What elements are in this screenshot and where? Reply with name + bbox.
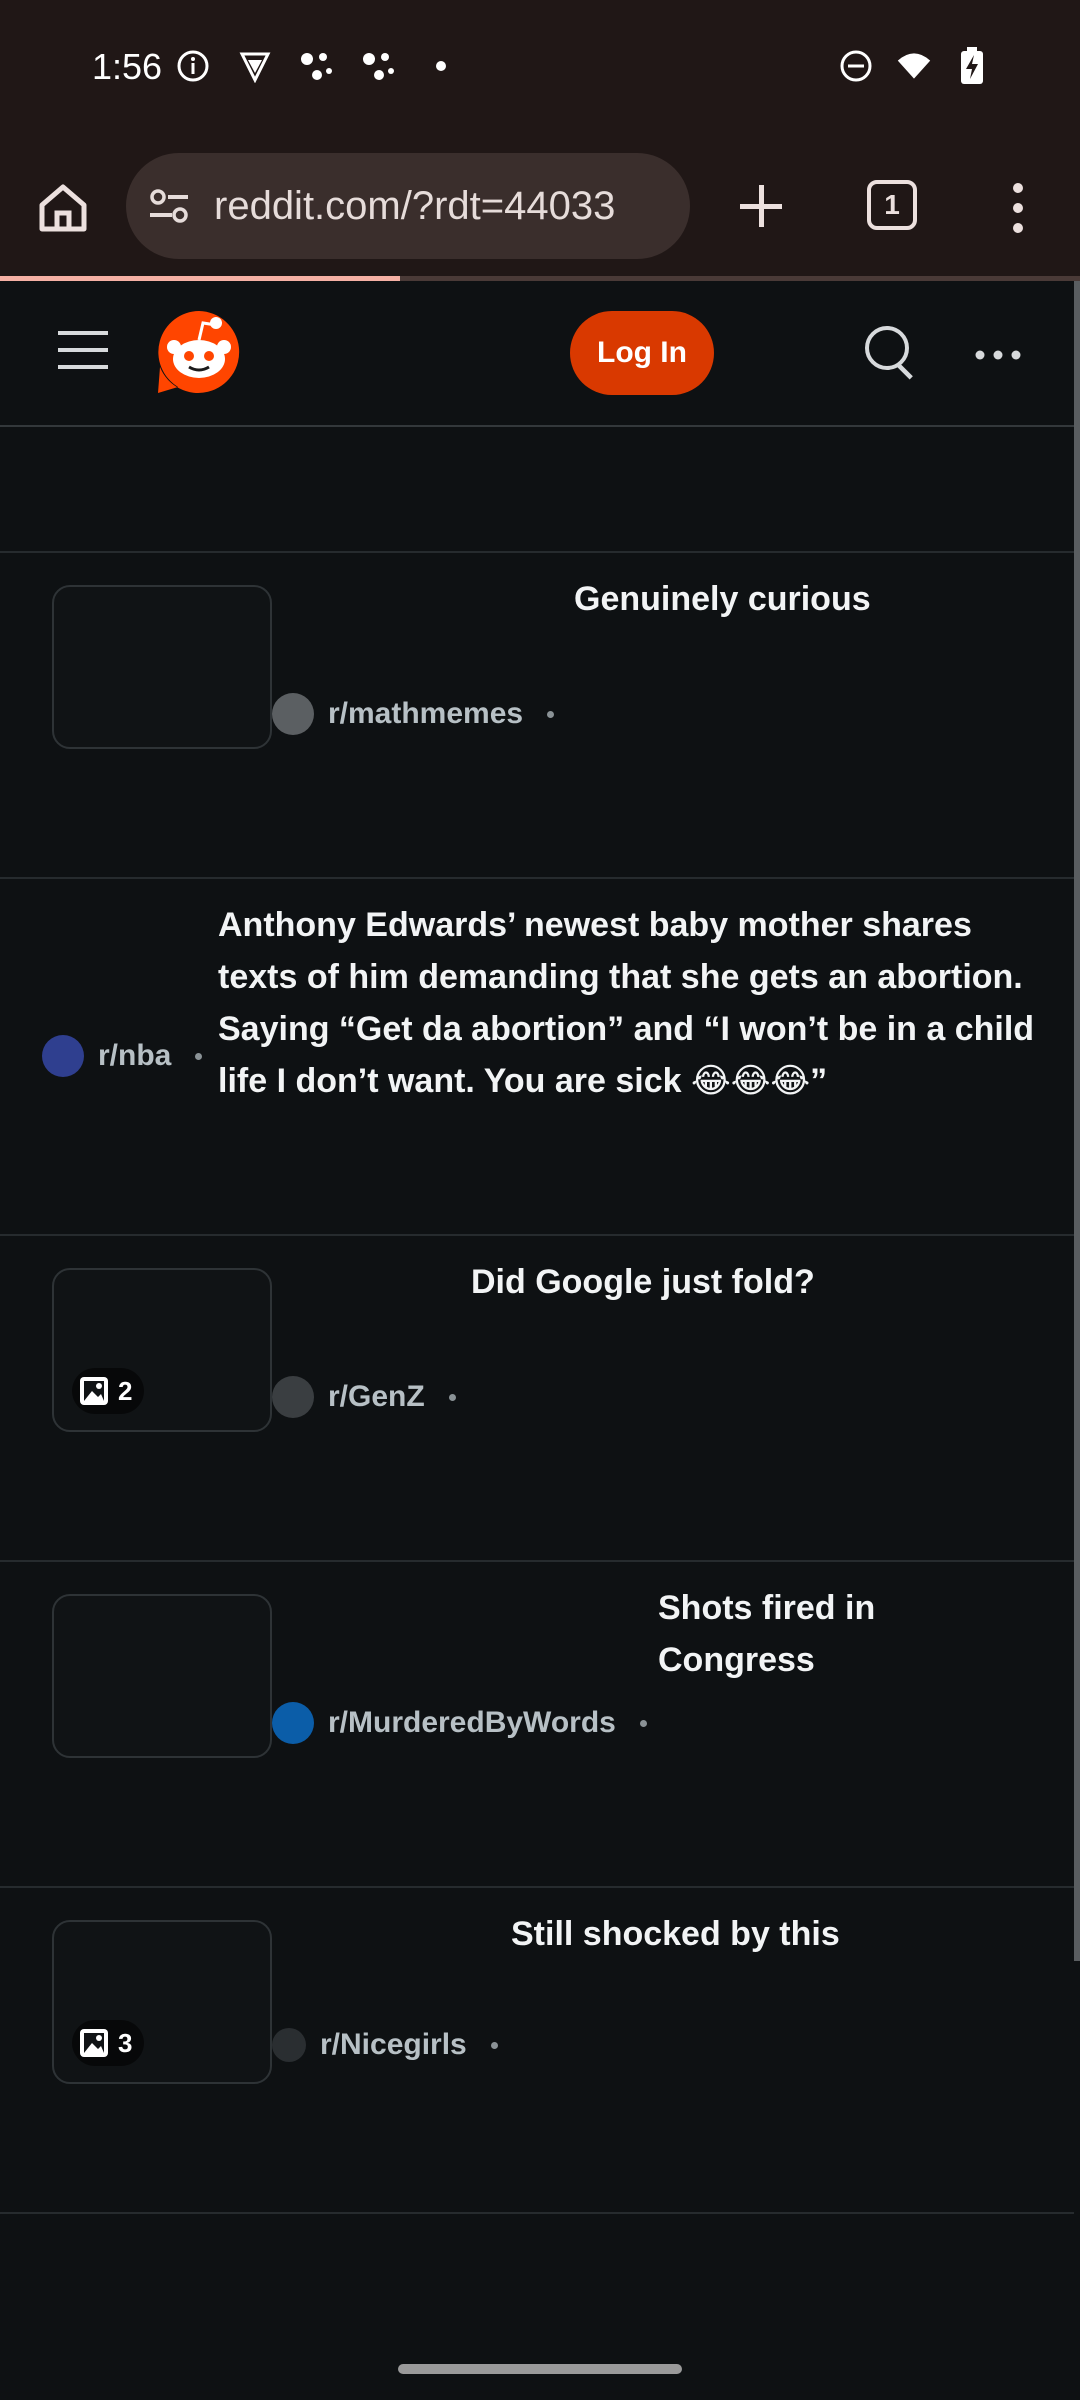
gallery-count: 3: [118, 2027, 133, 2058]
feed-top-spacer: [0, 427, 1074, 553]
search-icon[interactable]: [862, 323, 922, 383]
status-icons-right: [838, 47, 990, 84]
subreddit-name[interactable]: r/mathmemes: [328, 697, 523, 731]
assistant-dots-icon: [361, 48, 397, 84]
login-button[interactable]: Log In: [570, 311, 714, 395]
vpn-shield-icon: [237, 48, 273, 84]
post-card[interactable]: 3 Still shocked by this r/Nicegirls: [0, 1888, 1074, 2214]
notification-dot-icon: [423, 48, 459, 84]
tab-switcher-button[interactable]: 1: [867, 180, 917, 230]
status-time: 1:56: [92, 46, 163, 87]
wifi-icon: [896, 48, 932, 84]
subreddit-row[interactable]: r/mathmemes: [272, 693, 555, 735]
post-title[interactable]: Genuinely curious: [574, 573, 1034, 625]
subreddit-row[interactable]: r/Nicegirls: [272, 2028, 498, 2062]
subreddit-avatar[interactable]: [272, 1376, 314, 1418]
subreddit-avatar[interactable]: [272, 693, 314, 735]
subreddit-avatar[interactable]: [42, 1035, 84, 1077]
post-title[interactable]: Still shocked by this: [511, 1908, 1031, 1960]
separator-dot: [448, 1393, 456, 1401]
separator-dot: [547, 710, 555, 718]
status-bar: 1:56: [0, 0, 1080, 135]
subreddit-row[interactable]: r/GenZ: [272, 1376, 456, 1418]
gallery-badge: 3: [72, 2020, 145, 2066]
post-title[interactable]: Did Google just fold?: [471, 1256, 1031, 1308]
post-title[interactable]: Anthony Edwards’ newest baby mother shar…: [218, 899, 1058, 1107]
post-thumbnail[interactable]: [52, 1594, 272, 1758]
post-card[interactable]: Shots fired in Congress r/MurderedByWord…: [0, 1562, 1074, 1888]
subreddit-name[interactable]: r/Nicegirls: [320, 2028, 467, 2062]
separator-dot: [639, 1719, 647, 1727]
post-card[interactable]: Genuinely curious r/mathmemes: [0, 553, 1074, 879]
post-thumbnail[interactable]: 3: [52, 1920, 272, 2084]
site-settings-icon[interactable]: [146, 183, 192, 229]
subreddit-row[interactable]: r/nba: [42, 1035, 203, 1077]
subreddit-avatar[interactable]: [272, 1702, 314, 1744]
url-text[interactable]: reddit.com/?rdt=44033: [214, 184, 674, 229]
do-not-disturb-icon: [838, 48, 874, 84]
gallery-icon: [80, 1377, 108, 1405]
separator-dot: [195, 1052, 203, 1060]
post-title[interactable]: Shots fired in Congress: [658, 1582, 938, 1686]
home-icon[interactable]: [30, 175, 96, 241]
browser-toolbar: reddit.com/?rdt=44033 1: [0, 135, 1080, 277]
post-thumbnail[interactable]: 2: [52, 1268, 272, 1432]
info-icon: [175, 48, 211, 84]
status-icons-left: [175, 48, 459, 84]
battery-charging-icon: [954, 47, 990, 84]
hamburger-menu-icon[interactable]: [58, 329, 108, 371]
browser-menu-icon[interactable]: [1000, 175, 1036, 241]
subreddit-avatar[interactable]: [272, 2028, 306, 2062]
post-card[interactable]: 2 Did Google just fold? r/GenZ: [0, 1236, 1074, 1562]
gallery-badge: 2: [72, 1368, 145, 1414]
gallery-count: 2: [118, 1375, 133, 1406]
post-card[interactable]: r/nba Anthony Edwards’ newest baby mothe…: [0, 879, 1074, 1236]
reddit-logo-icon[interactable]: [156, 309, 242, 395]
subreddit-name[interactable]: r/MurderedByWords: [328, 1706, 616, 1740]
assistant-dots-icon: [299, 48, 335, 84]
subreddit-row[interactable]: r/MurderedByWords: [272, 1702, 647, 1744]
tab-count: 1: [884, 189, 900, 220]
separator-dot: [490, 2041, 498, 2049]
address-bar[interactable]: reddit.com/?rdt=44033: [126, 153, 690, 259]
gesture-navigation-handle[interactable]: [398, 2364, 682, 2374]
new-tab-icon[interactable]: [728, 173, 794, 239]
subreddit-name[interactable]: r/GenZ: [328, 1380, 425, 1414]
subreddit-name[interactable]: r/nba: [98, 1039, 171, 1073]
reddit-header: Log In: [0, 281, 1074, 427]
gallery-icon: [80, 2029, 108, 2057]
post-thumbnail[interactable]: [52, 585, 272, 749]
scrollbar[interactable]: [1074, 281, 1080, 1961]
more-options-icon[interactable]: [972, 329, 1024, 381]
